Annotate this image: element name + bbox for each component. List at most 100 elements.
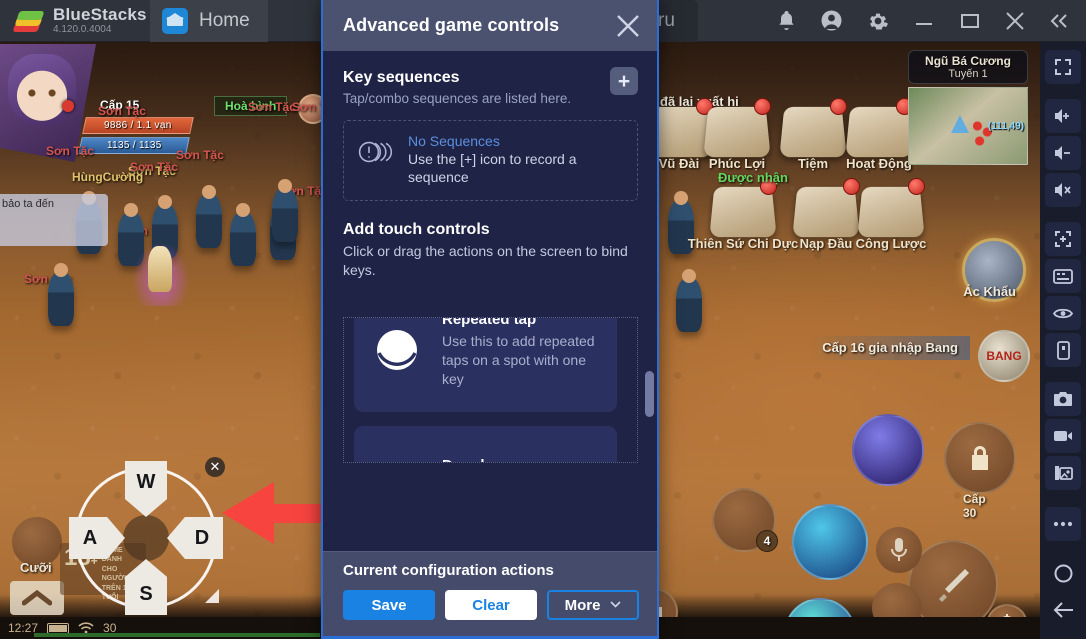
dialog-footer: Current configuration actions Save Clear… — [323, 551, 657, 639]
floating-name: Sơn Tặc — [248, 100, 296, 114]
key-sequences-subtitle: Tap/combo sequences are listed here. — [343, 91, 572, 106]
volume-mute-icon[interactable] — [1045, 173, 1081, 207]
dpad-close-icon[interactable]: ✕ — [205, 457, 225, 477]
dpad-hub — [123, 515, 169, 561]
quest-icon-button[interactable]: Phúc Lợi — [703, 98, 771, 171]
minimap-header: Ngũ Bá Cương Tuyến 1 — [908, 50, 1028, 84]
npc-figure — [676, 269, 702, 332]
list-item[interactable]: Repeated tap Use this to add repeated ta… — [354, 317, 617, 412]
dpad-resize-handle[interactable] — [205, 589, 219, 603]
keyboard-icon[interactable] — [1045, 259, 1081, 293]
list-item[interactable]: D-pad Map the movement of your character… — [354, 426, 617, 462]
app-window: BlueStacks 4.120.0.4004 Home ru Cấp 15 9… — [0, 0, 1086, 639]
quest-icon-button[interactable]: Tiệm — [779, 98, 847, 171]
screenshot-camera-icon[interactable] — [1045, 382, 1081, 416]
minimap-view-cone-icon — [951, 115, 970, 134]
window-controls — [778, 10, 1086, 31]
quest-icon-label: Công Lược — [855, 236, 927, 251]
record-video-icon[interactable] — [1045, 419, 1081, 453]
lock-icon — [972, 446, 988, 470]
no-sequences-empty-state: No Sequences Use the [+] icon to record … — [343, 119, 638, 202]
quest-icon-button[interactable]: Hoạt Động — [845, 98, 913, 171]
home-circle-icon[interactable] — [1045, 556, 1081, 590]
bluestacks-brand: BlueStacks 4.120.0.4004 — [0, 5, 150, 35]
ackhau-label: Ác Khẩu — [963, 284, 1016, 299]
player-mp-text: 1135 / 1135 — [106, 140, 162, 151]
minimap[interactable]: Ngũ Bá Cương Tuyến 1 (111,49) — [908, 50, 1028, 165]
status-progress-bar — [34, 633, 320, 637]
npc-figure — [230, 203, 256, 266]
key-sequences-title: Key sequences — [343, 69, 460, 86]
list-item-title: Repeated tap — [442, 317, 537, 329]
volume-down-icon[interactable] — [1045, 136, 1081, 170]
chevron-up-icon — [22, 590, 52, 606]
dialog-title: Advanced game controls — [343, 15, 560, 35]
quest-icon-button[interactable]: Thiên Sứ Chi Dực — [688, 178, 798, 251]
media-manager-icon[interactable] — [1045, 456, 1081, 490]
floating-name: Sơn Tặc — [176, 148, 224, 162]
rotate-device-icon[interactable] — [1045, 333, 1081, 367]
list-item-desc: Use this to add repeated taps on a spot … — [442, 333, 595, 387]
quest-icon-button[interactable]: Công Lược — [856, 178, 926, 251]
close-icon[interactable] — [615, 13, 641, 39]
scrollbar-thumb[interactable] — [645, 371, 654, 417]
close-window-icon[interactable] — [1006, 11, 1024, 30]
add-touch-controls-section: Add touch controls Click or drag the act… — [343, 221, 638, 278]
skill-lock-label: Cấp 30 — [963, 492, 986, 520]
notification-dot-icon — [843, 178, 860, 195]
minimize-icon[interactable] — [914, 15, 934, 27]
skill-button[interactable] — [792, 504, 868, 580]
more-button[interactable]: More — [547, 590, 639, 620]
tab-home[interactable]: Home — [150, 0, 268, 42]
add-touch-controls-subtitle: Click or drag the actions on the screen … — [343, 243, 628, 278]
home-icon — [162, 7, 188, 34]
guild-invite-toast[interactable]: Cấp 16 gia nhập Bang — [810, 336, 970, 361]
dialog-body: Key sequences Tap/combo sequences are li… — [323, 51, 657, 551]
dialog-scrollbar[interactable] — [645, 317, 654, 463]
skill-lock-button[interactable]: Cấp 30 — [944, 422, 1016, 520]
maximize-icon[interactable] — [960, 13, 980, 29]
mic-button[interactable] — [876, 527, 922, 573]
player-hp-bar: 9886 / 1.1 vạn — [82, 117, 194, 134]
advanced-game-controls-dialog: Advanced game controls Key sequences Tap… — [321, 0, 659, 639]
quest-icon-label: Tiệm — [797, 156, 829, 171]
save-button[interactable]: Save — [343, 590, 435, 620]
fullscreen-icon[interactable] — [1045, 50, 1081, 84]
dpad-overlay[interactable]: W A D S ✕ — [69, 457, 225, 615]
volume-up-icon[interactable] — [1045, 99, 1081, 133]
dialog-header: Advanced game controls — [323, 0, 657, 51]
collapse-chevrons-icon[interactable] — [1050, 13, 1068, 29]
minimap-coordinates: (111,49) — [987, 121, 1024, 133]
no-sequences-text: Use the [+] icon to record a sequence — [408, 150, 577, 186]
skill-count-button[interactable]: 4 — [712, 488, 778, 552]
reward-notice: Được nhận — [718, 170, 788, 185]
notifications-bell-icon[interactable] — [778, 11, 795, 30]
chevron-down-icon — [610, 599, 621, 611]
more-options-icon[interactable] — [1045, 507, 1081, 541]
expand-panel-button[interactable] — [10, 581, 64, 615]
settings-gear-icon[interactable] — [868, 11, 888, 31]
clear-button[interactable]: Clear — [445, 590, 537, 620]
battery-icon — [47, 622, 70, 634]
notification-dot-icon — [908, 178, 925, 195]
floating-name: Sơn Tặc — [130, 160, 178, 174]
sidebar-toolbar — [1040, 42, 1086, 639]
back-arrow-icon[interactable] — [1045, 593, 1081, 627]
touch-controls-list[interactable]: Repeated tap Use this to add repeated ta… — [343, 317, 638, 463]
brand-version: 4.120.0.4004 — [53, 23, 112, 35]
player-character — [132, 242, 190, 306]
repeated-tap-icon — [368, 325, 426, 375]
quest-icon-button[interactable]: Nạp Đầu — [792, 178, 860, 251]
eye-icon[interactable] — [1045, 296, 1081, 330]
minimap-canvas[interactable]: (111,49) — [908, 87, 1028, 165]
chat-bubble: bảo ta đến — [0, 194, 108, 246]
skill-button[interactable] — [852, 414, 924, 486]
minimap-route: Tuyến 1 — [948, 68, 988, 80]
account-avatar-icon[interactable] — [821, 10, 842, 31]
player-hp-text: 9886 / 1.1 vạn — [104, 120, 172, 131]
guild-emblem-icon[interactable]: BANG — [978, 330, 1030, 382]
game-controls-icon[interactable] — [1045, 222, 1081, 256]
add-sequence-button[interactable]: + — [610, 67, 638, 95]
floating-name: Sơn Tặc — [98, 104, 146, 118]
tab-game-partial-label: ru — [658, 10, 675, 31]
